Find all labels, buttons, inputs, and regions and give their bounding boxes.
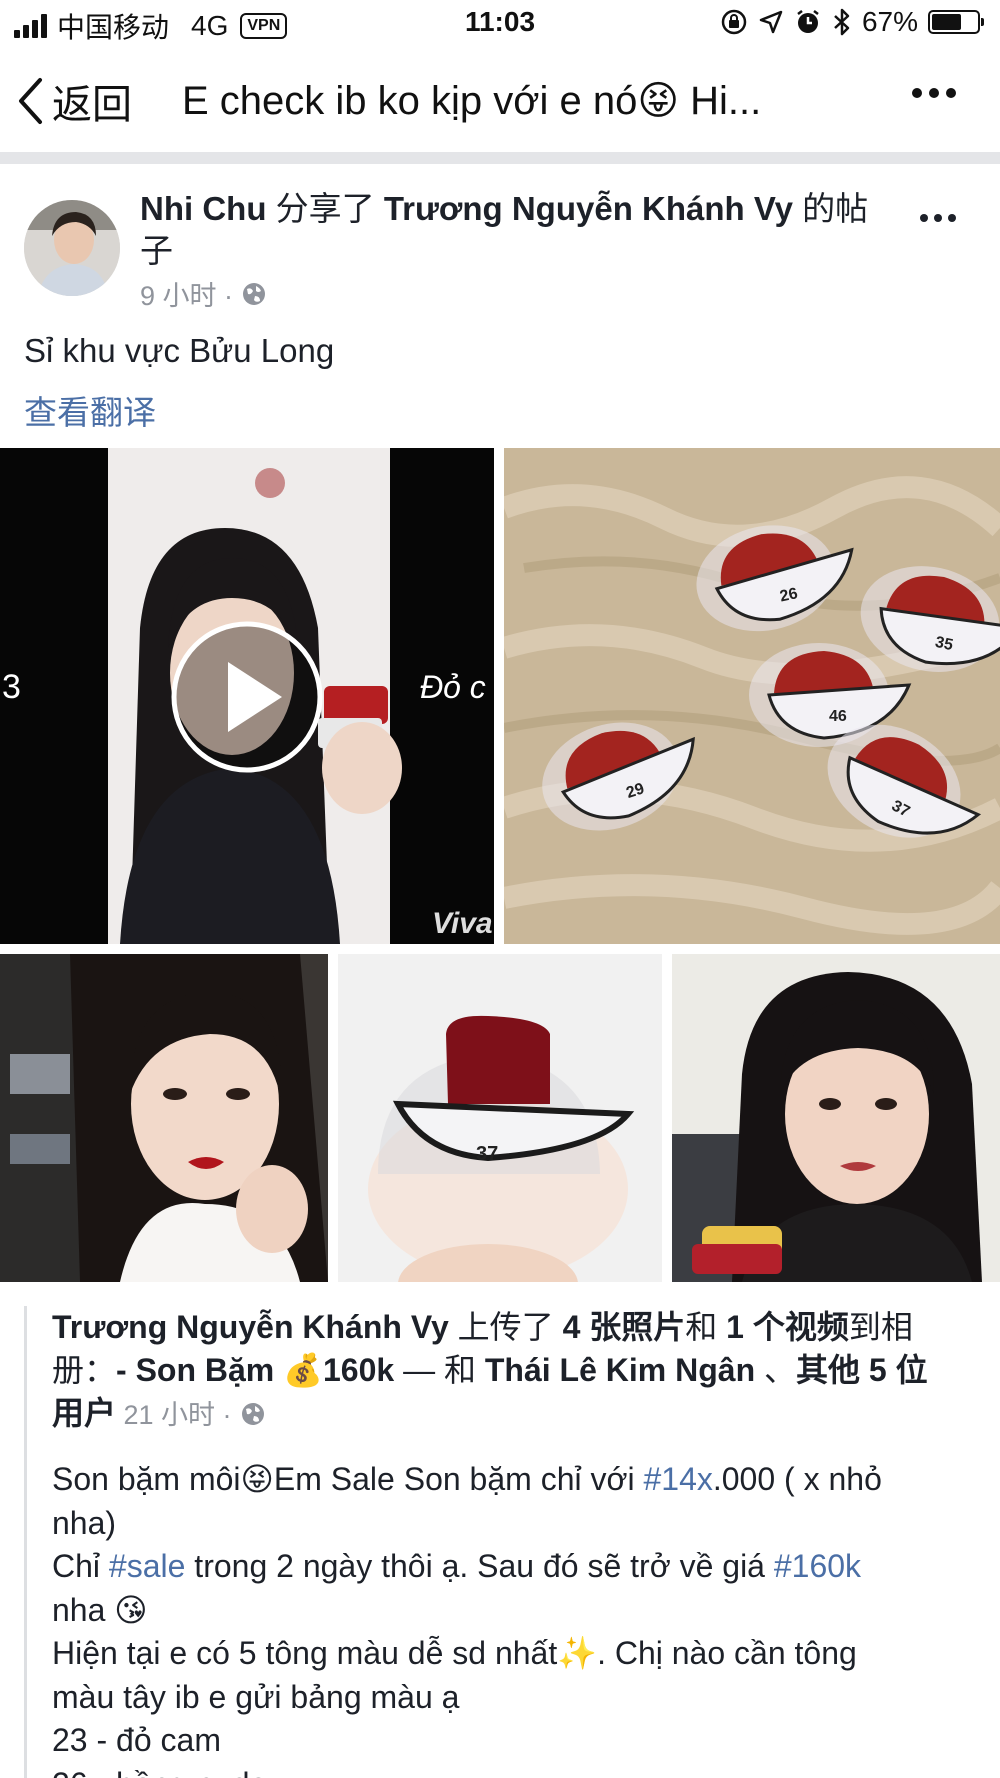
- battery-percent: 67%: [861, 6, 918, 37]
- hashtag-link[interactable]: #sale: [109, 1548, 186, 1584]
- post-text: Sỉ khu vực Bửu Long: [24, 332, 335, 369]
- signal-icon: [14, 14, 47, 38]
- play-icon[interactable]: [170, 620, 324, 774]
- body-text: Son bặm môi😝Em Sale Son bặm chỉ với: [52, 1461, 644, 1497]
- shared-verb-4: — 和: [394, 1352, 485, 1388]
- body-text: Chỉ: [52, 1548, 109, 1584]
- body-line: Son bặm môi😝Em Sale Son bặm chỉ với #14x…: [52, 1458, 972, 1502]
- original-author-name[interactable]: Trương Nguyễn Khánh Vy: [384, 190, 793, 227]
- shared-verb: 分享了: [266, 190, 384, 227]
- model-photo-2[interactable]: [672, 954, 1000, 1282]
- single-lipstick-number: 37: [476, 1143, 498, 1165]
- hashtag-link[interactable]: #160k: [774, 1548, 861, 1584]
- shared-verb-5: 、: [755, 1352, 797, 1388]
- shared-post-body: Son bặm môi😝Em Sale Son bặm chỉ với #14x…: [52, 1458, 972, 1778]
- lipstick-number: 26: [778, 585, 799, 605]
- video-count[interactable]: 1 个视频: [726, 1309, 849, 1345]
- model-photo-1[interactable]: [0, 954, 328, 1282]
- author-name[interactable]: Nhi Chu: [140, 190, 266, 227]
- back-label: 返回: [52, 83, 132, 127]
- post-time: 9 小时 ·: [140, 281, 234, 311]
- shared-verb: 上传了: [448, 1309, 563, 1345]
- single-lipstick-photo[interactable]: 37: [338, 954, 662, 1282]
- network-type: 4G: [191, 10, 229, 41]
- avatar[interactable]: [24, 200, 120, 296]
- header-divider: [0, 152, 1000, 164]
- album-link[interactable]: - Son Bặm 💰160k: [116, 1352, 394, 1388]
- shared-verb-2: 和: [685, 1309, 727, 1345]
- lipstick-number: 46: [829, 708, 847, 725]
- body-line: 23 - đỏ cam: [52, 1722, 221, 1758]
- post-author-line: Nhi Chu 分享了 Trương Nguyễn Khánh Vy 的帖子: [140, 188, 900, 272]
- video-right-text: Đỏ c: [420, 669, 486, 705]
- status-bar: 中国移动 4G VPN 11:03 67%: [0, 0, 1000, 50]
- video-watermark: Viva: [432, 907, 493, 940]
- back-button[interactable]: 返回: [16, 72, 132, 130]
- body-line: Hiện tại e có 5 tông màu dễ sd nhất✨. Ch…: [52, 1635, 857, 1671]
- chevron-left-icon: [19, 78, 42, 124]
- product-photo-group[interactable]: 26 35 46 29 37: [504, 448, 1000, 944]
- body-text: trong 2 ngày thôi ạ. Sau đó sẽ trở về gi…: [185, 1548, 774, 1584]
- shared-post-header: Trương Nguyễn Khánh Vy 上传了 4 张照片和 1 个视频到…: [52, 1306, 952, 1437]
- lipstick-number: 35: [934, 634, 955, 654]
- post-meta: 9 小时 ·: [140, 274, 267, 313]
- post-options-button[interactable]: [920, 214, 956, 222]
- see-translation-link[interactable]: 查看翻译: [24, 386, 156, 434]
- vpn-badge: VPN: [240, 13, 288, 39]
- page-title: E check ib ko kịp với e nó😝 Hi...: [182, 79, 762, 123]
- body-line: 26 - hồng nude: [52, 1763, 972, 1778]
- body-text: .000 ( x nhỏ: [712, 1461, 882, 1497]
- more-options-button[interactable]: [912, 88, 956, 98]
- hashtag-link[interactable]: #14x: [643, 1461, 712, 1497]
- shared-author-name[interactable]: Trương Nguyễn Khánh Vy: [52, 1309, 449, 1345]
- shared-post-indicator: [24, 1306, 27, 1778]
- globe-icon: [242, 1403, 265, 1425]
- carrier-name: 中国移动: [57, 12, 170, 43]
- body-line: nha 😘: [52, 1591, 148, 1628]
- body-line: Chỉ #sale trong 2 ngày thôi ạ. Sau đó sẽ…: [52, 1545, 972, 1589]
- photo-count[interactable]: 4 张照片: [563, 1309, 686, 1345]
- battery-icon: [928, 10, 984, 34]
- body-line: màu tây ib e gửi bảng màu ạ: [52, 1678, 460, 1715]
- rotation-lock-icon: [721, 9, 747, 35]
- bluetooth-icon: [834, 8, 850, 36]
- nav-bar: 返回 E check ib ko kịp với e nó😝 Hi...: [0, 52, 1000, 150]
- body-line: nha): [52, 1504, 117, 1541]
- shared-time: 21 小时 ·: [116, 1400, 232, 1430]
- location-icon: [759, 10, 783, 34]
- video-left-text: 3: [2, 668, 21, 706]
- globe-icon: [243, 282, 266, 305]
- tagged-user[interactable]: Thái Lê Kim Ngân: [485, 1352, 755, 1388]
- alarm-icon: [797, 10, 819, 33]
